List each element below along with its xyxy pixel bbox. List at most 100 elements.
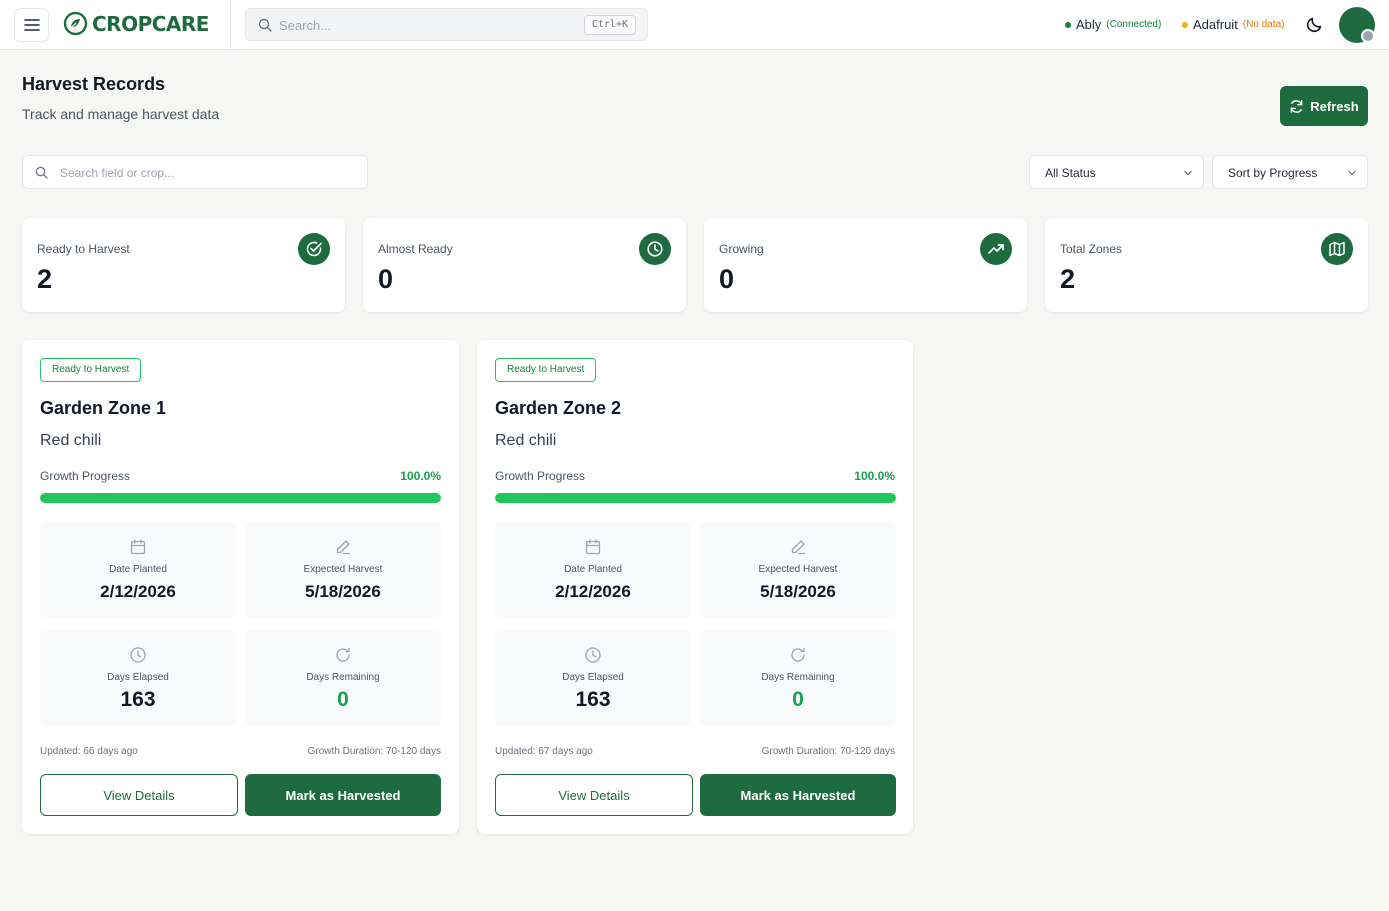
calendar-icon <box>130 539 146 555</box>
avatar-status-icon <box>1361 29 1375 43</box>
map-icon <box>1321 233 1353 265</box>
page-subtitle: Track and manage harvest data <box>22 106 220 122</box>
growth-progress-label: Growth Progress <box>40 469 131 483</box>
stat-card-ready: Ready to Harvest 2 <box>22 218 345 312</box>
status-badge: Ready to Harvest <box>40 358 142 382</box>
stat-value: 0 <box>378 264 394 294</box>
view-details-button[interactable]: View Details <box>40 774 238 816</box>
tile-value: 163 <box>120 688 156 711</box>
refresh-icon <box>336 647 350 662</box>
growth-duration-text: Growth Duration: 70-120 days <box>307 746 441 757</box>
sort-select[interactable]: Sort by Progress <box>1212 155 1368 189</box>
growth-progress-value: 100.0% <box>400 469 441 483</box>
refresh-button[interactable]: Refresh <box>1280 86 1368 126</box>
check-circle-icon <box>298 233 330 265</box>
tile-label: Days Elapsed <box>562 672 624 683</box>
chevron-down-icon <box>1348 170 1356 176</box>
status-filter-select[interactable]: All Status <box>1029 155 1204 189</box>
connection-state: (No data) <box>1242 19 1285 30</box>
search-placeholder: Search... <box>279 18 332 33</box>
pencil-icon <box>336 540 351 555</box>
page-title: Harvest Records <box>22 74 166 94</box>
tile-value: 2/12/2026 <box>555 582 631 601</box>
pencil-icon <box>791 540 806 555</box>
tile-label: Date Planted <box>109 564 167 575</box>
updated-text: Updated: 67 days ago <box>495 746 593 757</box>
updated-text: Updated: 66 days ago <box>40 746 138 757</box>
refresh-icon <box>791 647 805 662</box>
sort-value: Sort by Progress <box>1228 166 1318 180</box>
growth-progress-value: 100.0% <box>854 469 895 483</box>
days-elapsed-tile: Days Elapsed 163 <box>40 630 236 726</box>
refresh-label: Refresh <box>1310 98 1359 114</box>
stat-label: Total Zones <box>1060 242 1123 256</box>
tile-value: 5/18/2026 <box>760 582 836 601</box>
refresh-icon <box>1290 99 1303 113</box>
growth-duration-text: Growth Duration: 70-120 days <box>761 746 895 757</box>
connection-status-adafruit: Adafruit (No data) <box>1182 17 1285 32</box>
connection-status-ably: Ably (Connected) <box>1065 17 1161 32</box>
mark-as-harvested-button[interactable]: Mark as Harvested <box>700 774 896 816</box>
tile-label: Expected Harvest <box>303 564 383 575</box>
status-badge: Ready to Harvest <box>495 358 597 382</box>
stat-value: 0 <box>719 264 735 294</box>
zone-card: Ready to Harvest Garden Zone 1 Red chili… <box>22 340 459 834</box>
status-filter-value: All Status <box>1045 166 1096 180</box>
connection-name: Ably <box>1076 17 1102 32</box>
connection-state: (Connected) <box>1106 19 1162 30</box>
app-name: CROPCARE <box>92 11 209 36</box>
zone-crop: Red chili <box>495 432 557 449</box>
growth-progress-fill <box>40 493 441 503</box>
tile-label: Days Remaining <box>306 672 380 683</box>
stat-card-growing: Growing 0 <box>704 218 1027 312</box>
search-icon <box>258 18 272 32</box>
moon-icon[interactable] <box>1305 14 1325 34</box>
tile-value: 0 <box>792 688 804 711</box>
chevron-down-icon <box>1184 170 1192 176</box>
trending-up-icon <box>980 233 1012 265</box>
growth-progress-label: Growth Progress <box>495 469 586 483</box>
tile-value: 2/12/2026 <box>100 582 176 601</box>
search-icon <box>35 166 48 179</box>
tile-value: 0 <box>337 688 349 711</box>
expected-harvest-tile: Expected Harvest 5/18/2026 <box>700 522 896 618</box>
stat-card-almost-ready: Almost Ready 0 <box>363 218 686 312</box>
tile-label: Date Planted <box>564 564 622 575</box>
tile-label: Days Remaining <box>761 672 835 683</box>
divider <box>230 0 231 50</box>
shortcut-hint: Ctrl+K <box>583 15 636 35</box>
zone-crop: Red chili <box>40 432 102 449</box>
growth-progress-fill <box>495 493 896 503</box>
top-bar: CROPCARE Search... Ctrl+K Ably (Connecte… <box>0 0 1389 50</box>
tile-value: 5/18/2026 <box>305 582 381 601</box>
crop-search-input[interactable]: Search field or crop... <box>22 155 368 189</box>
tile-label: Expected Harvest <box>758 564 838 575</box>
zone-name: Garden Zone 1 <box>40 398 167 418</box>
clock-icon <box>585 647 601 663</box>
tile-value: 163 <box>575 688 611 711</box>
leaf-logo-icon <box>63 11 88 36</box>
zone-card: Ready to Harvest Garden Zone 2 Red chili… <box>477 340 913 834</box>
calendar-icon <box>585 539 601 555</box>
days-remaining-tile: Days Remaining 0 <box>700 630 896 726</box>
view-details-button[interactable]: View Details <box>495 774 693 816</box>
growth-progress-bar <box>495 493 896 503</box>
growth-progress-bar <box>40 493 441 503</box>
clock-icon <box>639 233 671 265</box>
zone-name: Garden Zone 2 <box>495 398 622 418</box>
stat-card-total-zones: Total Zones 2 <box>1045 218 1368 312</box>
status-dot <box>1182 21 1188 28</box>
search-placeholder: Search field or crop... <box>60 166 175 180</box>
date-planted-tile: Date Planted 2/12/2026 <box>40 522 236 618</box>
stat-label: Ready to Harvest <box>37 242 130 256</box>
expected-harvest-tile: Expected Harvest 5/18/2026 <box>245 522 441 618</box>
days-elapsed-tile: Days Elapsed 163 <box>495 630 691 726</box>
connection-name: Adafruit <box>1193 17 1238 32</box>
hamburger-icon <box>23 19 40 31</box>
clock-icon <box>130 647 146 663</box>
stat-value: 2 <box>37 264 53 294</box>
global-search-input[interactable]: Search... Ctrl+K <box>245 8 648 41</box>
mark-as-harvested-button[interactable]: Mark as Harvested <box>245 774 441 816</box>
app-logo[interactable]: CROPCARE <box>63 11 209 36</box>
menu-button[interactable] <box>14 8 49 42</box>
